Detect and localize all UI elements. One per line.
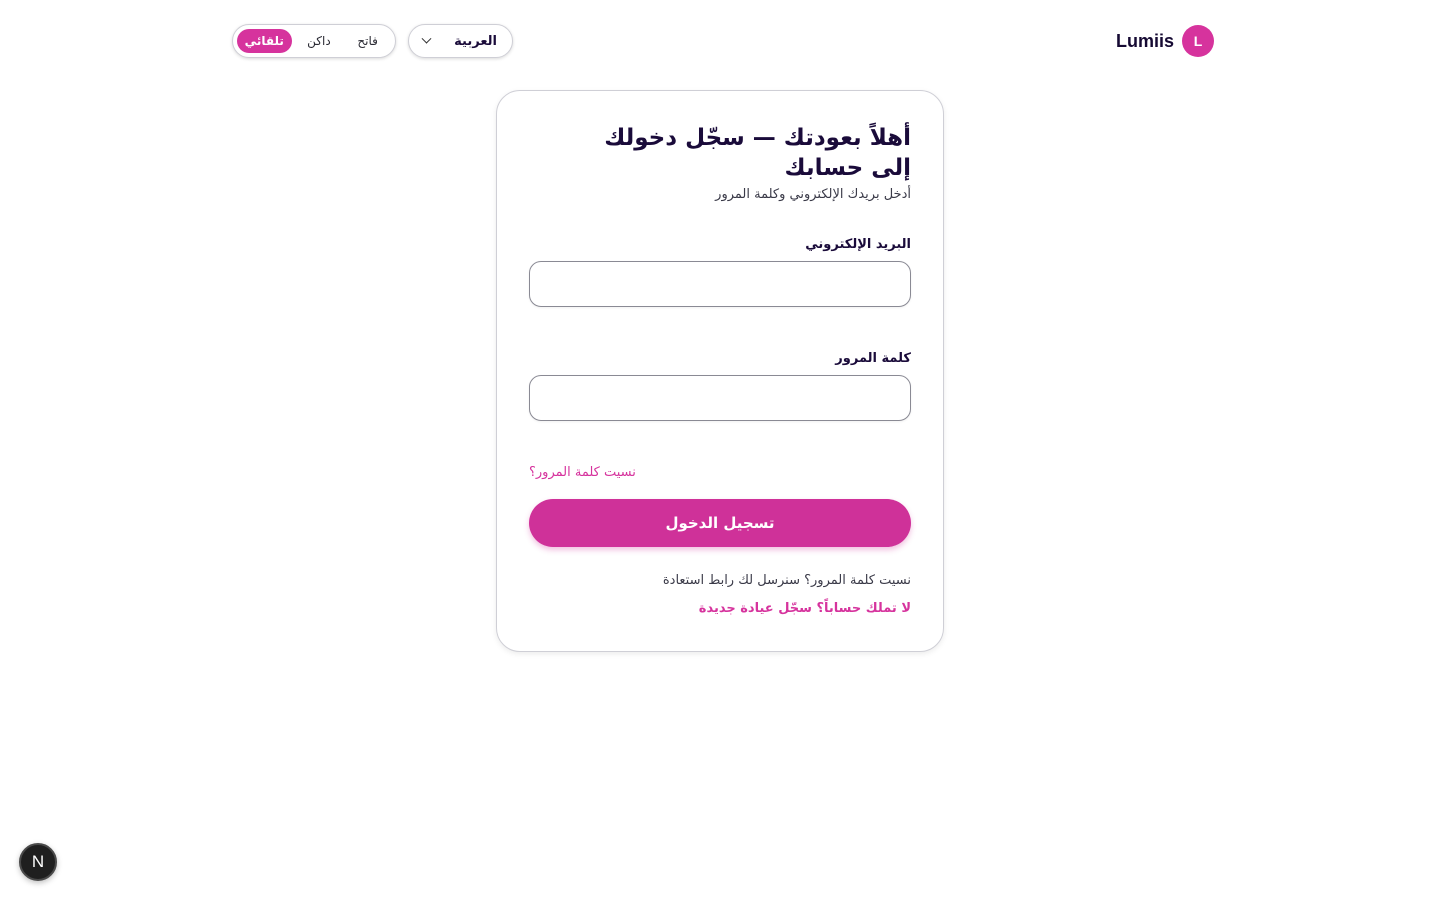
- nextjs-devtools-button[interactable]: N: [19, 843, 57, 881]
- register-clinic-link[interactable]: لا تملك حساباً؟ سجّل عيادة جديدة: [699, 601, 911, 616]
- page-title: أهلاً بعودتك — سجّل دخولك إلى حسابك: [604, 125, 911, 181]
- password-label: كلمة المرور: [835, 351, 911, 366]
- chevron-down-icon: [421, 33, 432, 44]
- language-select[interactable]: العربية: [408, 24, 513, 58]
- login-card: أهلاً بعودتك — سجّل دخولك إلى حسابك أدخل…: [496, 90, 944, 652]
- theme-toggle: فاتح داكن تلقائي: [232, 24, 396, 58]
- theme-option-auto[interactable]: تلقائي: [237, 29, 292, 53]
- email-label: البريد الإلكتروني: [805, 237, 911, 252]
- password-field[interactable]: [529, 375, 911, 421]
- page-subtitle: أدخل بريدك الإلكتروني وكلمة المرور: [715, 187, 911, 202]
- language-select-value: العربية: [454, 33, 497, 49]
- email-field[interactable]: [529, 261, 911, 307]
- brand-name: Lumiis: [1116, 30, 1175, 51]
- theme-option-dark[interactable]: داكن: [296, 29, 343, 53]
- login-button[interactable]: تسجيل الدخول: [529, 499, 911, 547]
- forgot-password-hint: نسيت كلمة المرور؟ سنرسل لك رابط استعادة: [662, 573, 911, 588]
- brand-logo: L: [1182, 25, 1215, 57]
- theme-option-light[interactable]: فاتح: [344, 29, 391, 53]
- forgot-password-link[interactable]: نسيت كلمة المرور؟: [529, 465, 636, 480]
- brand[interactable]: L Lumiis: [1116, 25, 1215, 57]
